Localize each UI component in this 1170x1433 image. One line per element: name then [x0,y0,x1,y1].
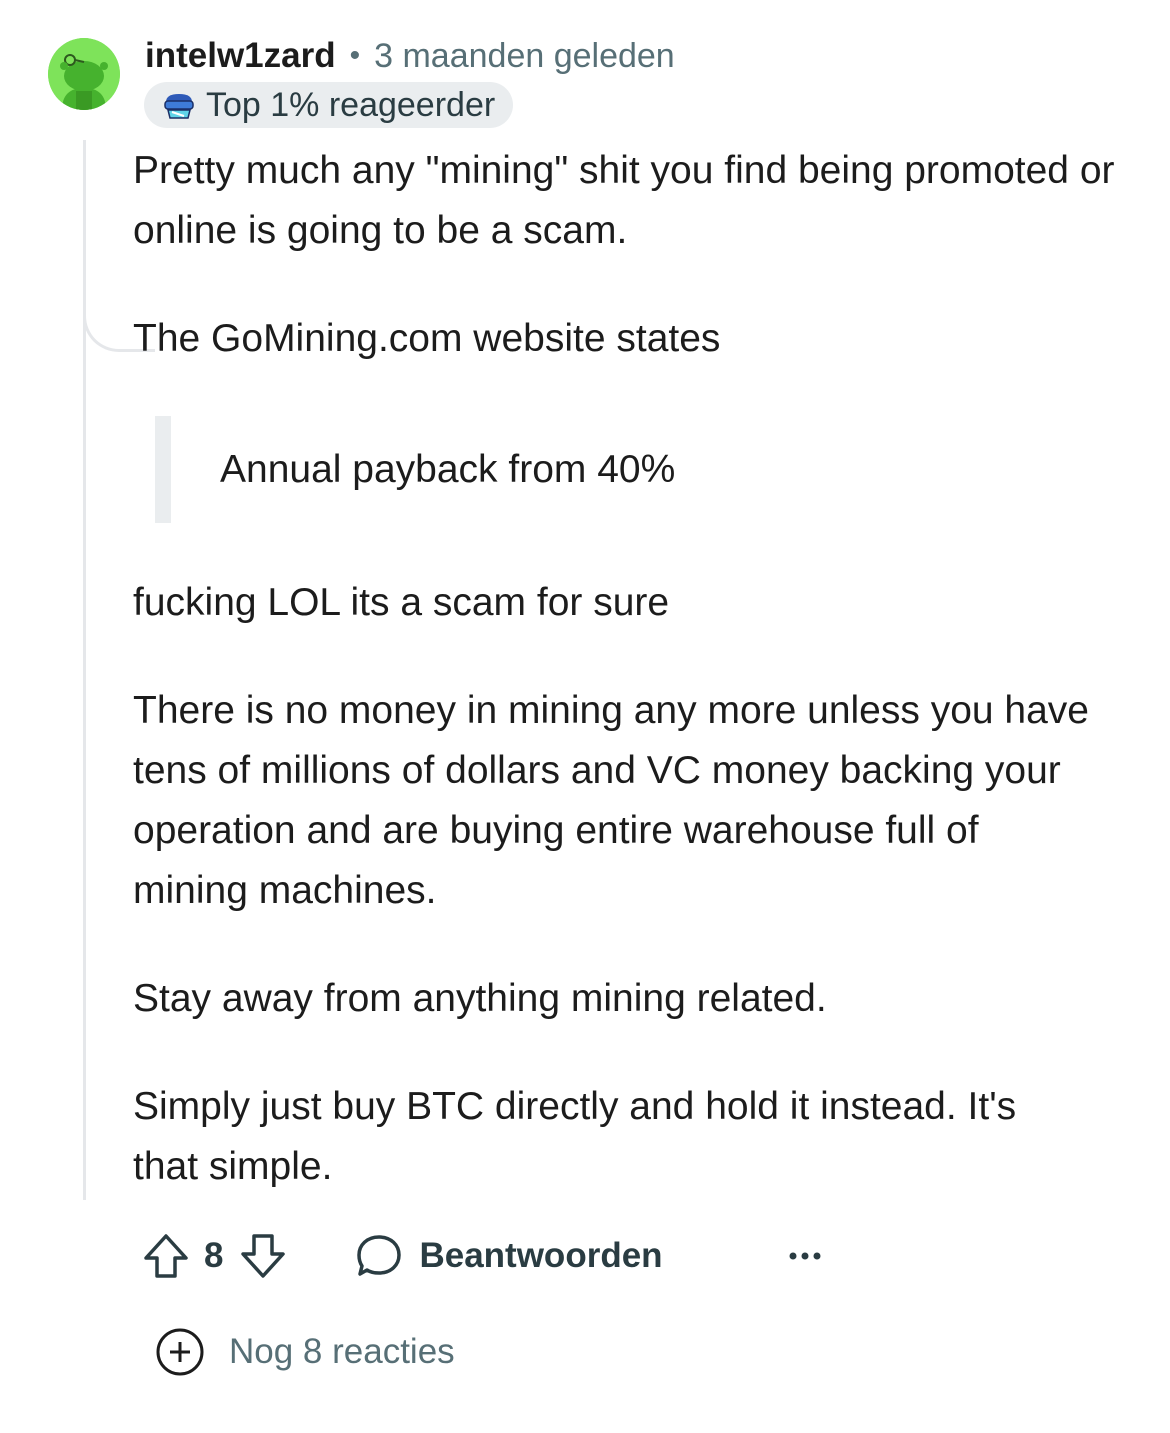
upvote-button[interactable] [140,1230,192,1282]
blockquote-text: Annual payback from 40% [220,448,676,491]
username[interactable]: intelw1zard [145,36,336,76]
reply-button[interactable]: Beantwoorden [353,1230,663,1282]
comment-paragraph: Simply just buy BTC directly and hold it… [133,1085,1017,1188]
speech-bubble-icon [357,1235,402,1276]
upvote-arrow-icon [144,1234,188,1278]
downvote-arrow-icon [241,1234,286,1278]
user-flair: Top 1% reageerder [144,82,514,128]
avatar[interactable] [48,38,120,110]
reply-label: Beantwoorden [419,1236,663,1275]
comment-paragraph: The GoMining.com website states [133,317,721,360]
timestamp: 3 maanden geleden [374,36,675,75]
more-options-button[interactable] [785,1238,825,1274]
flair-label: Top 1% reageerder [206,85,496,124]
comment-paragraph: Pretty much any "mining" shit you find b… [133,149,1115,252]
comment-actions: 8 Beantwoorden [140,1226,663,1286]
reddit-snoo-icon [48,38,120,110]
blockquote-bar [155,416,171,523]
comment-paragraph: There is no money in mining any more unl… [133,689,1089,912]
more-replies-link[interactable]: Nog 8 reacties [155,1326,455,1378]
vote-count: 8 [204,1236,224,1275]
downvote-button[interactable] [237,1230,289,1282]
separator-dot: • [349,39,361,72]
comment-paragraph: fucking LOL its a scam for sure [133,581,670,624]
top-commenter-badge-icon [164,94,194,119]
comment-paragraph: Stay away from anything mining related. [133,977,827,1020]
blockquote: Annual payback from 40% [155,416,1055,523]
plus-circle-icon [156,1328,204,1376]
ellipsis-icon [789,1252,821,1260]
comment-header: intelw1zard • 3 maanden geleden [145,30,675,82]
more-replies-label: Nog 8 reacties [229,1332,455,1371]
